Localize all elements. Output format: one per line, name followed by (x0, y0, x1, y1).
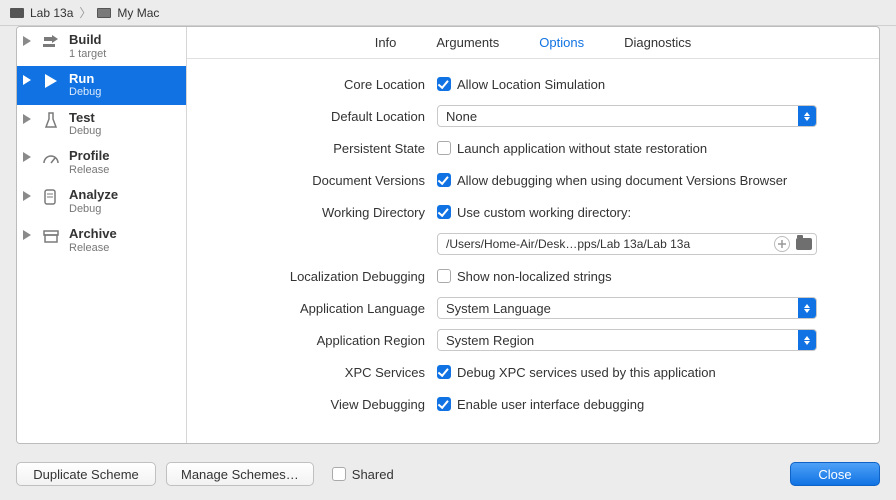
checkbox-label: Allow Location Simulation (457, 77, 605, 92)
stepper-icon (798, 298, 816, 318)
label-persistent-state: Persistent State (197, 141, 437, 156)
checkbox-label: Shared (352, 467, 394, 482)
checkbox-persistent-state[interactable] (437, 141, 451, 155)
clear-icon[interactable] (774, 236, 790, 252)
label-application-language: Application Language (197, 301, 437, 316)
tab-bar: Info Arguments Options Diagnostics (187, 27, 879, 59)
mac-icon (97, 8, 111, 18)
profile-icon (41, 148, 61, 168)
select-value: System Region (446, 333, 534, 348)
sidebar-item-sublabel: Debug (69, 125, 101, 138)
checkbox-label: Use custom working directory: (457, 205, 631, 220)
sidebar-item-label: Archive (69, 226, 117, 242)
label-document-versions: Document Versions (197, 173, 437, 188)
manage-schemes-button[interactable]: Manage Schemes… (166, 462, 314, 486)
working-directory-path-field[interactable]: /Users/Home-Air/Desk…pps/Lab 13a/Lab 13a (437, 233, 817, 255)
scheme-editor-panel: Build 1 target Run Debug T (16, 26, 880, 444)
content-area: Info Arguments Options Diagnostics Core … (187, 27, 879, 443)
breadcrumb: Lab 13a 〉 My Mac (0, 0, 896, 26)
stepper-icon (798, 106, 816, 126)
build-icon (41, 32, 61, 52)
checkbox-shared[interactable] (332, 467, 346, 481)
select-value: None (446, 109, 477, 124)
label-working-directory: Working Directory (197, 205, 437, 220)
select-default-location[interactable]: None (437, 105, 817, 127)
checkbox-label: Enable user interface debugging (457, 397, 644, 412)
label-core-location: Core Location (197, 77, 437, 92)
sidebar-item-test[interactable]: Test Debug (17, 105, 186, 144)
sidebar-item-run[interactable]: Run Debug (17, 66, 186, 105)
checkbox-label: Show non-localized strings (457, 269, 612, 284)
tab-info[interactable]: Info (375, 35, 397, 50)
options-form: Core Location Allow Location Simulation … (187, 59, 879, 443)
analyze-icon (41, 187, 61, 207)
sidebar-item-label: Build (69, 32, 106, 48)
footer-bar: Duplicate Scheme Manage Schemes… Shared … (0, 454, 896, 494)
disclosure-triangle-icon[interactable] (23, 36, 33, 46)
checkbox-view-debugging[interactable] (437, 397, 451, 411)
sidebar-item-sublabel: Debug (69, 86, 101, 99)
run-icon (41, 71, 61, 91)
test-icon (41, 110, 61, 130)
sidebar-item-build[interactable]: Build 1 target (17, 27, 186, 66)
label-application-region: Application Region (197, 333, 437, 348)
chevron-right-icon: 〉 (79, 4, 91, 21)
stepper-icon (798, 330, 816, 350)
tab-arguments[interactable]: Arguments (436, 35, 499, 50)
select-application-language[interactable]: System Language (437, 297, 817, 319)
tab-diagnostics[interactable]: Diagnostics (624, 35, 691, 50)
label-localization-debugging: Localization Debugging (197, 269, 437, 284)
breadcrumb-project[interactable]: Lab 13a (30, 6, 73, 20)
sidebar-item-sublabel: Release (69, 242, 117, 255)
checkbox-show-non-localized[interactable] (437, 269, 451, 283)
sidebar-item-analyze[interactable]: Analyze Debug (17, 182, 186, 221)
duplicate-scheme-button[interactable]: Duplicate Scheme (16, 462, 156, 486)
sidebar-item-sublabel: 1 target (69, 48, 106, 61)
path-text: /Users/Home-Air/Desk…pps/Lab 13a/Lab 13a (446, 237, 768, 251)
label-default-location: Default Location (197, 109, 437, 124)
sidebar-item-sublabel: Debug (69, 203, 118, 216)
sidebar-item-label: Run (69, 71, 101, 87)
checkbox-label: Allow debugging when using document Vers… (457, 173, 787, 188)
sidebar-item-label: Test (69, 110, 101, 126)
sidebar-item-label: Profile (69, 148, 109, 164)
checkbox-xpc-services[interactable] (437, 365, 451, 379)
label-view-debugging: View Debugging (197, 397, 437, 412)
checkbox-document-versions[interactable] (437, 173, 451, 187)
checkbox-label: Launch application without state restora… (457, 141, 707, 156)
tab-options[interactable]: Options (539, 35, 584, 50)
disclosure-triangle-icon[interactable] (23, 152, 33, 162)
disclosure-triangle-icon[interactable] (23, 75, 33, 85)
disclosure-triangle-icon[interactable] (23, 230, 33, 240)
scheme-sidebar: Build 1 target Run Debug T (17, 27, 187, 443)
sidebar-item-profile[interactable]: Profile Release (17, 143, 186, 182)
sidebar-item-archive[interactable]: Archive Release (17, 221, 186, 260)
disclosure-triangle-icon[interactable] (23, 191, 33, 201)
checkbox-label: Debug XPC services used by this applicat… (457, 365, 716, 380)
sidebar-item-sublabel: Release (69, 164, 109, 177)
close-button[interactable]: Close (790, 462, 880, 486)
label-xpc-services: XPC Services (197, 365, 437, 380)
choose-folder-icon[interactable] (796, 238, 812, 250)
breadcrumb-target[interactable]: My Mac (117, 6, 159, 20)
select-value: System Language (446, 301, 551, 316)
disclosure-triangle-icon[interactable] (23, 114, 33, 124)
checkbox-use-custom-working-directory[interactable] (437, 205, 451, 219)
project-icon (10, 8, 24, 18)
sidebar-item-label: Analyze (69, 187, 118, 203)
select-application-region[interactable]: System Region (437, 329, 817, 351)
archive-icon (41, 226, 61, 246)
checkbox-allow-location-simulation[interactable] (437, 77, 451, 91)
